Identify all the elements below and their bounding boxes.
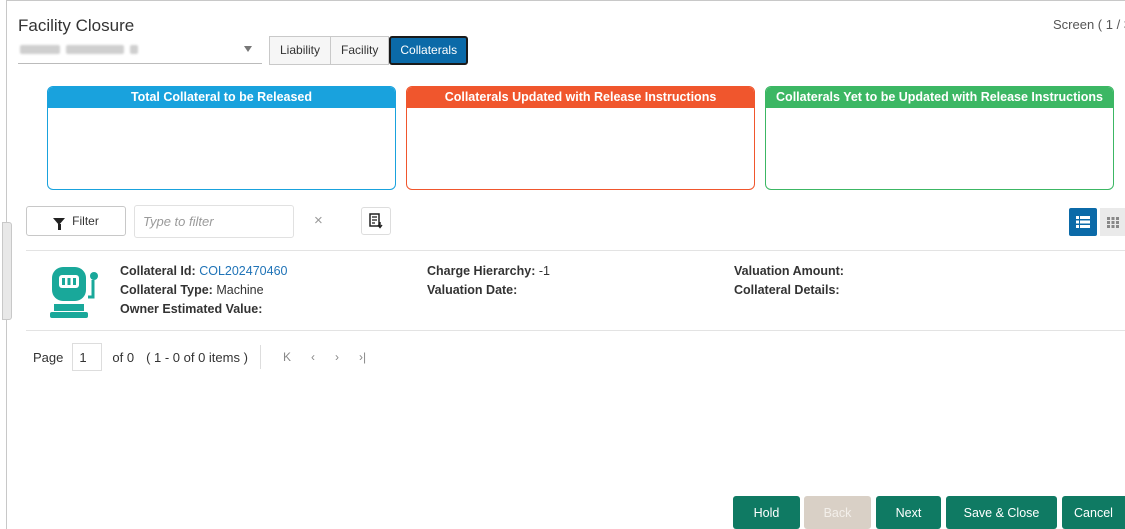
first-page-button[interactable]: K <box>283 350 291 364</box>
customer-name-redacted <box>20 45 138 55</box>
machine-icon <box>50 267 98 318</box>
pending-collaterals-card[interactable]: Collaterals Yet to be Updated with Relea… <box>765 86 1114 190</box>
updated-collaterals-card[interactable]: Collaterals Updated with Release Instruc… <box>406 86 755 190</box>
screen-indicator: Screen ( 1 / 3 ) <box>1053 17 1125 32</box>
list-view-icon <box>1076 216 1090 228</box>
side-panel-handle[interactable] <box>2 222 12 320</box>
chevron-down-icon <box>244 46 252 52</box>
charge-hierarchy-value: -1 <box>538 264 550 278</box>
valuation-date-label: Valuation Date: <box>427 283 518 297</box>
cancel-button[interactable]: Cancel <box>1062 496 1125 529</box>
page-number-input[interactable] <box>72 343 103 371</box>
charge-hierarchy: Charge Hierarchy: -1 <box>427 264 550 278</box>
last-page-button[interactable]: ›| <box>359 350 366 364</box>
list-view-button[interactable] <box>1069 208 1097 236</box>
filter-button[interactable]: Filter <box>26 206 126 236</box>
pager-divider <box>259 345 261 369</box>
previous-page-button[interactable]: ‹ <box>311 350 315 364</box>
divider <box>26 250 1125 251</box>
charge-hierarchy-label: Charge Hierarchy: <box>427 264 536 278</box>
next-button[interactable]: Next <box>876 496 941 529</box>
grid-view-button[interactable] <box>1100 208 1125 236</box>
customer-select[interactable] <box>18 38 262 64</box>
filter-input[interactable] <box>134 205 294 238</box>
tab-liability[interactable]: Liability <box>269 36 332 65</box>
valuation-amount: Valuation Amount: <box>734 264 844 278</box>
valuation-date: Valuation Date: <box>427 283 517 297</box>
card-title: Total Collateral to be Released <box>48 87 395 108</box>
collateral-details: Collateral Details: <box>734 283 840 297</box>
save-close-button[interactable]: Save & Close <box>946 496 1057 529</box>
next-page-button[interactable]: › <box>335 350 339 364</box>
collateral-row[interactable]: Collateral Id: COL202470460 Collateral T… <box>26 252 1125 330</box>
divider <box>26 330 1125 331</box>
tab-collaterals[interactable]: Collaterals <box>389 36 469 65</box>
card-title: Collaterals Yet to be Updated with Relea… <box>766 87 1113 108</box>
grid-view-icon <box>1106 216 1119 228</box>
collateral-id-link[interactable]: COL202470460 <box>199 264 287 278</box>
collateral-details-label: Collateral Details: <box>734 283 840 297</box>
collateral-id: Collateral Id: COL202470460 <box>120 264 287 278</box>
collateral-type: Collateral Type: Machine <box>120 283 264 297</box>
collateral-type-value: Machine <box>216 283 264 297</box>
total-collateral-card[interactable]: Total Collateral to be Released <box>47 86 396 190</box>
item-range: ( 1 - 0 of 0 items ) <box>146 349 248 365</box>
export-list-icon <box>369 213 383 229</box>
filter-button-label: Filter <box>72 214 99 228</box>
clear-filter-icon[interactable]: × <box>314 212 323 229</box>
pagination: Page of 0 ( 1 - 0 of 0 items ) K ‹ › ›| <box>33 343 376 371</box>
tab-facility[interactable]: Facility <box>331 36 390 65</box>
valuation-amount-label: Valuation Amount: <box>734 264 844 278</box>
page-title: Facility Closure <box>18 16 135 35</box>
page-count: of 0 <box>112 349 135 365</box>
back-button[interactable]: Back <box>804 496 871 529</box>
owner-estimated-value-label: Owner Estimated Value: <box>120 302 263 316</box>
card-title: Collaterals Updated with Release Instruc… <box>407 87 754 108</box>
collateral-type-label: Collateral Type: <box>120 283 213 297</box>
collateral-id-label: Collateral Id: <box>120 264 196 278</box>
export-button[interactable] <box>361 207 391 235</box>
filter-icon <box>53 217 66 230</box>
owner-estimated-value: Owner Estimated Value: <box>120 302 262 316</box>
hold-button[interactable]: Hold <box>733 496 800 529</box>
page-label: Page <box>33 349 64 365</box>
tab-group: Liability Facility Collaterals <box>269 36 469 65</box>
